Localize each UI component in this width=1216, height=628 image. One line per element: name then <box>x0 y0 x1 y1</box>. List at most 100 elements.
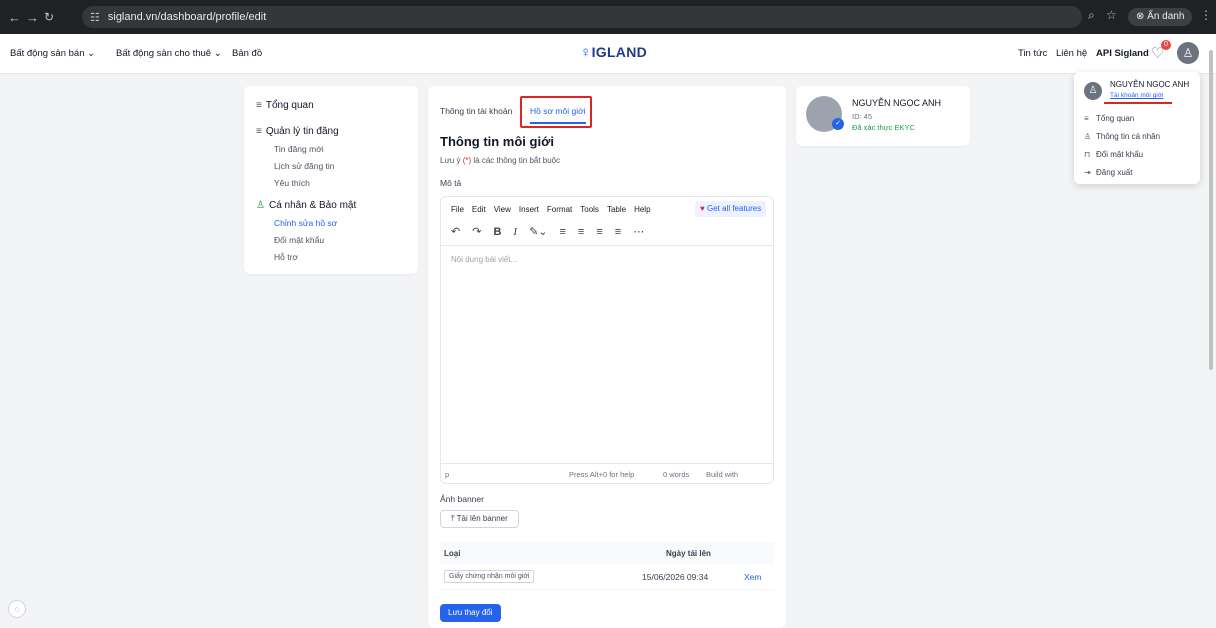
editor-menu-table[interactable]: Table <box>607 205 626 214</box>
editor-statusbar: p Press Alt+0 for help 0 words Build wit… <box>441 463 773 483</box>
nav-contact[interactable]: Liên hệ <box>1056 48 1087 59</box>
editor-menu-edit[interactable]: Edit <box>472 205 486 214</box>
editor-toolbar: ↶ ↷ B I ✎⌄ ≡ ≡ ≡ ≡ ⋯ <box>451 225 644 239</box>
user-key-icon: ♙ <box>256 200 265 211</box>
nav-api[interactable]: API Sigland <box>1096 48 1149 59</box>
dropdown-user-name: NGUYỄN NGỌC ANH <box>1110 80 1190 89</box>
dashboard-sidebar: ≡ Tổng quan ≡ Quản lý tin đăng Tin đăng mớ… <box>244 86 418 274</box>
bookmark-star-icon[interactable]: ☆ <box>1106 8 1117 22</box>
dropdown-item-personal-info[interactable]: ♙ Thông tin cá nhân <box>1084 132 1160 141</box>
italic-icon[interactable]: I <box>513 226 517 238</box>
note-prefix: Lưu ý <box>440 156 461 165</box>
nav-news[interactable]: Tin tức <box>1018 48 1047 59</box>
editor-word-count[interactable]: 0 words <box>663 470 689 479</box>
nav-sale[interactable]: Bất động sản bán ⌄ <box>10 48 95 59</box>
align-center-icon[interactable]: ≡ <box>578 226 584 238</box>
more-tools-icon[interactable]: ⋯ <box>633 225 644 238</box>
site-logo[interactable]: ♀IGLAND <box>580 44 647 61</box>
reload-icon[interactable]: ↻ <box>44 10 54 24</box>
dropdown-avatar: ♙ <box>1084 82 1102 100</box>
lock-icon: ⊓ <box>1084 150 1091 159</box>
sidebar-listing-mgmt[interactable]: ≡ Quản lý tin đăng <box>256 126 339 137</box>
required-note: Lưu ý (*) là các thông tin bắt buộc <box>440 156 560 165</box>
list-icon: ≡ <box>256 100 262 111</box>
dropdown-account-type-link[interactable]: Tài khoản môi giới <box>1110 92 1163 99</box>
editor-menu-tools[interactable]: Tools <box>580 205 599 214</box>
annotation-underline <box>1104 102 1172 104</box>
align-justify-icon[interactable]: ≡ <box>615 226 621 238</box>
logout-icon: ⇥ <box>1084 168 1091 177</box>
sidebar-overview[interactable]: ≡ Tổng quan <box>256 100 314 111</box>
back-icon[interactable]: ← <box>8 10 21 25</box>
sidebar-item-change-password[interactable]: Đổi mật khẩu <box>274 235 324 245</box>
dropdown-item-logout-label: Đăng xuất <box>1096 168 1133 177</box>
editor-path: p <box>445 470 450 479</box>
dropdown-item-overview-label: Tổng quan <box>1096 114 1135 123</box>
undo-icon[interactable]: ↶ <box>451 225 460 238</box>
sidebar-listing-mgmt-label: Quản lý tin đăng <box>265 126 339 137</box>
highlight-color-icon[interactable]: ✎⌄ <box>529 225 547 238</box>
forward-icon[interactable]: → <box>26 10 39 25</box>
view-document-link[interactable]: Xem <box>744 572 761 582</box>
nav-rent-label: Bất động sản cho thuê <box>116 48 212 59</box>
documents-table-header: Loại Ngày tải lên <box>440 542 774 564</box>
sidebar-item-support[interactable]: Hỗ trợ <box>274 252 298 262</box>
nav-rent[interactable]: Bất động sản cho thuê ⌄ <box>116 48 222 59</box>
note-suffix: là các thông tin bắt buộc <box>473 156 561 165</box>
page-title: Thông tin môi giới <box>440 134 554 149</box>
incognito-label: Ẩn danh <box>1147 11 1185 22</box>
url-text: sigland.vn/dashboard/profile/edit <box>107 11 267 23</box>
favorites-count-badge: 0 <box>1161 40 1171 50</box>
rich-text-editor[interactable]: File Edit View Insert Format Tools Table… <box>440 196 774 484</box>
list-icon: ≡ <box>1084 114 1089 123</box>
upload-banner-label: Tải lên banner <box>456 514 508 523</box>
editor-menu-format[interactable]: Format <box>547 205 572 214</box>
user-dropdown-menu: ♙ NGUYỄN NGỌC ANH Tài khoản môi giới ≡ Tổ… <box>1074 72 1200 184</box>
incognito-badge[interactable]: ⊗ Ẩn danh <box>1128 8 1193 26</box>
dropdown-item-overview[interactable]: ≡ Tổng quan <box>1084 114 1134 123</box>
get-all-features-label: Get all features <box>706 204 762 213</box>
chat-bubble-icon[interactable]: ◌ <box>8 600 26 618</box>
editor-menubar: File Edit View Insert Format Tools Table… <box>451 205 651 214</box>
editor-menu-help[interactable]: Help <box>634 205 650 214</box>
align-right-icon[interactable]: ≡ <box>596 226 602 238</box>
dropdown-item-change-password[interactable]: ⊓ Đổi mật khẩu <box>1084 150 1143 159</box>
sidebar-item-favorites[interactable]: Yêu thích <box>274 178 310 188</box>
nav-map[interactable]: Bản đồ <box>232 48 262 59</box>
sidebar-item-edit-profile[interactable]: Chỉnh sửa hồ sơ <box>274 218 337 228</box>
editor-menu-view[interactable]: View <box>494 205 511 214</box>
user-avatar-button[interactable]: ♙ <box>1177 42 1199 64</box>
document-type-tag: Giấy chứng nhận môi giới <box>444 570 535 583</box>
dropdown-item-logout[interactable]: ⇥ Đăng xuất <box>1084 168 1132 177</box>
editor-branding[interactable]: Build with <box>706 470 738 479</box>
upload-banner-button[interactable]: ⤒ Tải lên banner <box>440 510 519 528</box>
bold-icon[interactable]: B <box>493 226 501 238</box>
zoom-icon[interactable]: ⌕ <box>1088 8 1095 23</box>
editor-help-hint: Press Alt+0 for help <box>569 470 635 479</box>
address-bar[interactable]: ☷ sigland.vn/dashboard/profile/edit <box>82 6 1082 28</box>
sidebar-item-new-listing[interactable]: Tin đăng mới <box>274 144 324 154</box>
browser-menu-icon[interactable]: ⋮ <box>1200 8 1212 22</box>
get-all-features-button[interactable]: ♥ Get all features <box>695 201 767 217</box>
redo-icon[interactable]: ↷ <box>472 225 481 238</box>
verified-icon: ✓ <box>832 118 844 130</box>
document-date: 15/06/2026 09:34 <box>642 572 709 582</box>
logo-text: IGLAND <box>591 44 648 60</box>
tab-account-info[interactable]: Thông tin tài khoản <box>440 106 512 116</box>
save-changes-button[interactable]: Lưu thay đổi <box>440 604 501 622</box>
sidebar-item-listing-history[interactable]: Lịch sử đăng tin <box>274 161 335 171</box>
sidebar-personal-security[interactable]: ♙ Cá nhân & Bảo mật <box>256 200 356 211</box>
profile-id: ID: 45 <box>852 112 873 121</box>
user-icon: ♙ <box>1084 132 1092 141</box>
sidebar-overview-label: Tổng quan <box>265 100 314 111</box>
editor-menu-file[interactable]: File <box>451 205 464 214</box>
profile-name: NGUYỄN NGỌC ANH <box>852 98 942 108</box>
table-row: Giấy chứng nhận môi giới 15/06/2026 09:3… <box>440 564 774 590</box>
editor-menu-insert[interactable]: Insert <box>519 205 539 214</box>
dropdown-item-change-password-label: Đổi mật khẩu <box>1096 150 1144 159</box>
page-scrollbar[interactable] <box>1209 50 1213 370</box>
align-left-icon[interactable]: ≡ <box>560 226 566 238</box>
dropdown-item-personal-info-label: Thông tin cá nhân <box>1096 132 1161 141</box>
col-upload-date: Ngày tải lên <box>666 549 711 558</box>
site-settings-icon[interactable]: ☷ <box>90 11 100 24</box>
